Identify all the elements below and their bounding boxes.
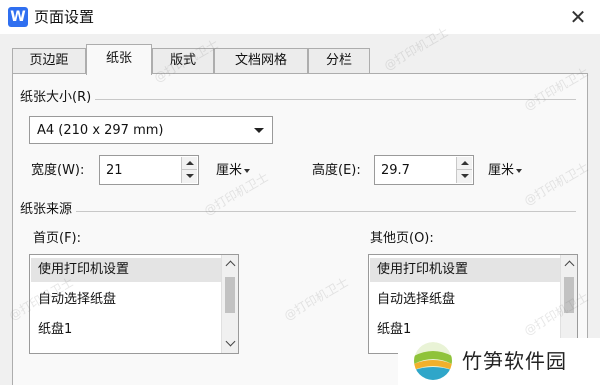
paper-size-selected-value: A4 (210 x 297 mm) (37, 123, 164, 138)
list-item[interactable]: 使用打印机设置 (370, 258, 560, 282)
dropdown-arrow-icon (254, 128, 264, 133)
tab-paper[interactable]: 纸张 (86, 44, 152, 75)
scroll-down-icon[interactable] (225, 336, 236, 347)
other-pages-label: 其他页(O): (370, 231, 434, 246)
close-button[interactable]: ✕ (566, 5, 590, 29)
paper-source-divider (30, 211, 576, 212)
list-item[interactable]: 自动选择纸盘 (370, 288, 560, 312)
tab-document-grid[interactable]: 文档网格 (214, 48, 308, 74)
height-label: 高度(E): (312, 163, 361, 178)
bamboo-shoot-logo-icon (414, 342, 452, 380)
wps-writer-logo-icon: W (8, 7, 28, 27)
scrollbar[interactable] (221, 255, 238, 353)
tab-layout[interactable]: 版式 (152, 48, 214, 74)
spin-down-icon (461, 174, 469, 178)
width-value: 21 (106, 163, 123, 178)
scroll-up-icon[interactable] (225, 260, 236, 271)
list-item[interactable]: 使用打印机设置 (31, 258, 221, 282)
caret-down-icon (244, 168, 251, 173)
caret-down-icon (516, 168, 523, 173)
tab-columns[interactable]: 分栏 (308, 48, 370, 74)
dialog-title: 页面设置 (34, 8, 95, 26)
first-page-label: 首页(F): (33, 231, 82, 246)
list-item[interactable]: 纸盘1 (31, 318, 221, 342)
title-bar: W 页面设置 ✕ (0, 0, 600, 34)
width-increment-button[interactable] (182, 157, 197, 170)
brand-badge: 竹笋软件园 (398, 338, 600, 385)
spin-up-icon (461, 161, 469, 165)
width-unit-dropdown[interactable]: 厘米 (216, 162, 251, 180)
height-spin-buttons (456, 157, 472, 183)
paper-size-select[interactable]: A4 (210 x 297 mm) (29, 116, 273, 144)
spin-up-icon (186, 161, 194, 165)
paper-size-divider (30, 99, 576, 100)
first-page-tray-list[interactable]: 使用打印机设置 自动选择纸盘 纸盘1 (29, 254, 239, 354)
paper-source-section-label: 纸张来源 (20, 201, 77, 219)
height-spinner[interactable]: 29.7 (374, 155, 474, 185)
width-spin-buttons (181, 157, 197, 183)
scroll-up-icon[interactable] (564, 260, 575, 271)
width-unit-label: 厘米 (216, 163, 243, 178)
height-increment-button[interactable] (457, 157, 472, 170)
spin-down-icon (186, 174, 194, 178)
width-spinner[interactable]: 21 (99, 155, 199, 185)
height-unit-dropdown[interactable]: 厘米 (488, 162, 523, 180)
height-unit-label: 厘米 (488, 163, 515, 178)
height-value: 29.7 (381, 163, 410, 178)
paper-size-section-label: 纸张大小(R) (20, 89, 96, 107)
height-decrement-button[interactable] (457, 170, 472, 183)
tab-margins[interactable]: 页边距 (12, 48, 86, 74)
width-label: 宽度(W): (31, 163, 85, 178)
brand-name: 竹笋软件园 (462, 349, 567, 373)
width-decrement-button[interactable] (182, 170, 197, 183)
scroll-thumb[interactable] (225, 277, 235, 313)
list-item[interactable]: 自动选择纸盘 (31, 288, 221, 312)
scroll-thumb[interactable] (564, 277, 574, 313)
